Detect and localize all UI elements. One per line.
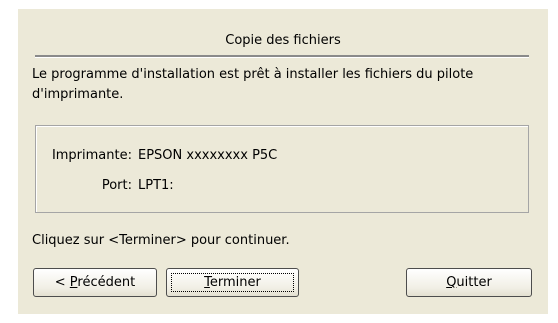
install-dialog: Copie des fichiers Le programme d'instal… bbox=[18, 9, 548, 314]
previous-button-prefix: < bbox=[54, 275, 70, 290]
continue-prompt: Cliquez sur <Terminer> pour continuer. bbox=[32, 233, 290, 248]
port-value: LPT1: bbox=[138, 178, 174, 193]
quit-button[interactable]: Quitter bbox=[406, 268, 532, 297]
printer-info-box: Imprimante: EPSON xxxxxxxx P5C Port: LPT… bbox=[35, 125, 529, 213]
printer-value: EPSON xxxxxxxx P5C bbox=[138, 148, 278, 163]
printer-row: Imprimante: EPSON xxxxxxxx P5C bbox=[36, 146, 530, 166]
previous-button[interactable]: < Précédent bbox=[33, 268, 157, 297]
port-label: Port: bbox=[101, 178, 132, 193]
finish-button[interactable]: Terminer bbox=[166, 268, 299, 297]
quit-button-label: uitter bbox=[456, 275, 492, 290]
port-row: Port: LPT1: bbox=[36, 176, 530, 196]
title-divider bbox=[35, 55, 529, 58]
focus-rectangle bbox=[171, 273, 294, 292]
description-text: Le programme d'installation est prêt à i… bbox=[32, 67, 474, 102]
previous-button-label: récédent bbox=[77, 275, 136, 290]
quit-button-mnemonic: Q bbox=[446, 275, 457, 290]
printer-label: Imprimante: bbox=[51, 148, 132, 163]
dialog-title: Copie des fichiers bbox=[225, 33, 341, 48]
